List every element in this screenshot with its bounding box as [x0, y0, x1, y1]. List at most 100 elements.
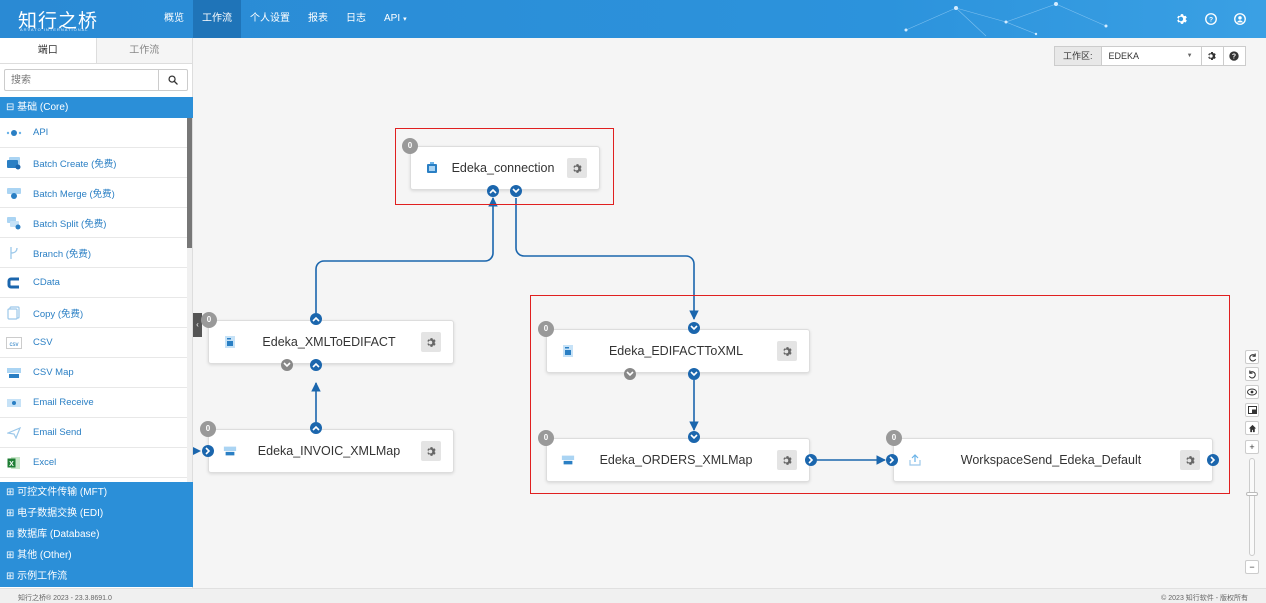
output-port[interactable]	[624, 368, 636, 380]
node-edeka-orders-xmlmap[interactable]: Edeka_ORDERS_XMLMap	[546, 438, 810, 482]
help-icon[interactable]: ?	[1204, 13, 1217, 26]
sidebar-scrollbar-thumb[interactable]	[187, 118, 192, 248]
footer-copyright: © 2023 知行软件 - 版权所有	[1161, 595, 1248, 602]
node-edeka-xmltoedifact[interactable]: Edeka_XMLToEDIFACT	[208, 320, 454, 364]
node-workspacesend-edeka-default[interactable]: WorkspaceSend_Edeka_Default	[893, 438, 1213, 482]
redo-button[interactable]	[1245, 350, 1259, 364]
nav-api[interactable]: API ▾	[375, 0, 416, 38]
list-item-label: Email Send	[33, 427, 82, 438]
search-input[interactable]	[5, 70, 158, 90]
excel-icon: X	[6, 456, 22, 470]
group-examples-header[interactable]: ⊞ 示例工作流	[0, 566, 193, 587]
node-settings-button[interactable]	[421, 332, 441, 352]
email-send-icon	[6, 426, 22, 440]
nav-reports[interactable]: 报表	[299, 0, 337, 38]
user-icon[interactable]	[1233, 13, 1246, 26]
node-settings-button[interactable]	[777, 450, 797, 470]
list-item-csv[interactable]: csv CSV	[0, 328, 187, 358]
gear-icon	[782, 455, 792, 465]
undo-icon	[1248, 369, 1256, 378]
tab-ports[interactable]: 端口	[0, 38, 97, 63]
nav-logs[interactable]: 日志	[337, 0, 375, 38]
incoming-arrow-icon	[193, 447, 201, 455]
input-port[interactable]	[310, 313, 322, 325]
list-item-email-send[interactable]: Email Send	[0, 418, 187, 448]
view-toggle-button[interactable]	[1245, 385, 1259, 399]
node-title: Edeka_EDIFACTToXML	[608, 344, 744, 358]
logo-subtitle: ARVATO INTERNATIONAL	[20, 27, 89, 32]
email-receive-icon	[6, 396, 22, 410]
batch-create-icon	[6, 156, 22, 170]
node-settings-button[interactable]	[421, 441, 441, 461]
workspace-send-icon	[908, 453, 922, 467]
input-port[interactable]	[688, 322, 700, 334]
list-item-label: CData	[33, 277, 60, 288]
zoom-slider-handle[interactable]	[1246, 492, 1258, 496]
input-port[interactable]	[310, 359, 322, 371]
node-title: Edeka_XMLToEDIFACT	[262, 335, 396, 349]
svg-text:X: X	[9, 461, 14, 468]
node-edeka-edifacttoxml[interactable]: Edeka_EDIFACTToXML	[546, 329, 810, 373]
group-core-header[interactable]: ⊟ 基础 (Core)	[0, 97, 193, 118]
list-item-label: Batch Create (免费)	[33, 158, 117, 170]
node-settings-button[interactable]	[777, 341, 797, 361]
chevron-right-icon	[1210, 456, 1216, 464]
output-port[interactable]	[281, 359, 293, 371]
main-nav: 概览 工作流 个人设置 报表 日志 API ▾	[155, 0, 416, 38]
nav-overview[interactable]: 概览	[155, 0, 193, 38]
chevron-down-icon	[690, 371, 698, 377]
list-item-email-receive[interactable]: Email Receive	[0, 388, 187, 418]
list-item-cdata[interactable]: CData	[0, 268, 187, 298]
search-button[interactable]	[158, 70, 187, 90]
list-item-branch[interactable]: Branch (免费)	[0, 238, 187, 268]
list-item-api[interactable]: API	[0, 118, 187, 148]
node-settings-button[interactable]	[567, 158, 587, 178]
input-port-left[interactable]	[202, 445, 214, 457]
node-title: Edeka_INVOIC_XMLMap	[257, 444, 401, 458]
group-other-header[interactable]: ⊞ 其他 (Other)	[0, 545, 193, 566]
node-edeka-invoic-xmlmap[interactable]: Edeka_INVOIC_XMLMap	[208, 429, 454, 473]
node-title: Edeka_connection	[451, 161, 555, 175]
chevron-up-icon	[312, 316, 320, 322]
list-item-batch-merge[interactable]: Batch Merge (免费)	[0, 178, 187, 208]
output-port[interactable]	[688, 368, 700, 380]
decorative-network-graphic	[904, 2, 1108, 37]
caret-down-icon: ▾	[403, 16, 407, 23]
nav-workflow[interactable]: 工作流	[193, 0, 241, 38]
settings-gear-icon[interactable]	[1175, 13, 1188, 26]
list-item-batch-split[interactable]: Batch Split (免费)	[0, 208, 187, 238]
workflow-canvas[interactable]: Edeka_connection 0 Edeka_XMLToEDIFACT 0 …	[193, 38, 1266, 588]
undo-button[interactable]	[1245, 367, 1259, 381]
tab-workflows[interactable]: 工作流	[96, 38, 192, 63]
nav-personal-settings[interactable]: 个人设置	[241, 0, 299, 38]
output-port-right[interactable]	[805, 454, 817, 466]
group-mft-header[interactable]: ⊞ 可控文件传输 (MFT)	[0, 482, 193, 503]
zoom-in-button[interactable]: +	[1245, 440, 1259, 454]
list-item-label: Email Receive	[33, 397, 94, 408]
input-port[interactable]	[310, 422, 322, 434]
copy-icon	[6, 305, 22, 320]
list-item-csv-map[interactable]: CSV Map	[0, 358, 187, 388]
node-badge: 0	[886, 430, 902, 446]
output-port-right[interactable]	[1207, 454, 1219, 466]
list-item-copy[interactable]: Copy (免费)	[0, 298, 187, 328]
input-port-left[interactable]	[886, 454, 898, 466]
output-port[interactable]	[510, 185, 522, 197]
group-edi-header[interactable]: ⊞ 电子数据交换 (EDI)	[0, 503, 193, 524]
chevron-up-icon	[312, 362, 320, 368]
input-port[interactable]	[688, 431, 700, 443]
home-button[interactable]	[1245, 421, 1259, 435]
list-item-label: CSV	[33, 337, 53, 348]
group-database-header[interactable]: ⊞ 数据库 (Database)	[0, 524, 193, 545]
batch-merge-icon	[6, 186, 22, 200]
minimap-button[interactable]	[1245, 403, 1259, 417]
list-item-batch-create[interactable]: Batch Create (免费)	[0, 148, 187, 178]
input-port[interactable]	[487, 185, 499, 197]
app-logo[interactable]: 知行之桥 ARVATO INTERNATIONAL	[18, 6, 98, 32]
list-item-excel[interactable]: X Excel	[0, 448, 187, 478]
node-settings-button[interactable]	[1180, 450, 1200, 470]
node-edeka-connection[interactable]: Edeka_connection	[410, 146, 600, 190]
node-title: WorkspaceSend_Edeka_Default	[960, 453, 1142, 467]
zoom-slider[interactable]	[1246, 458, 1258, 556]
zoom-out-button[interactable]: −	[1245, 560, 1259, 574]
